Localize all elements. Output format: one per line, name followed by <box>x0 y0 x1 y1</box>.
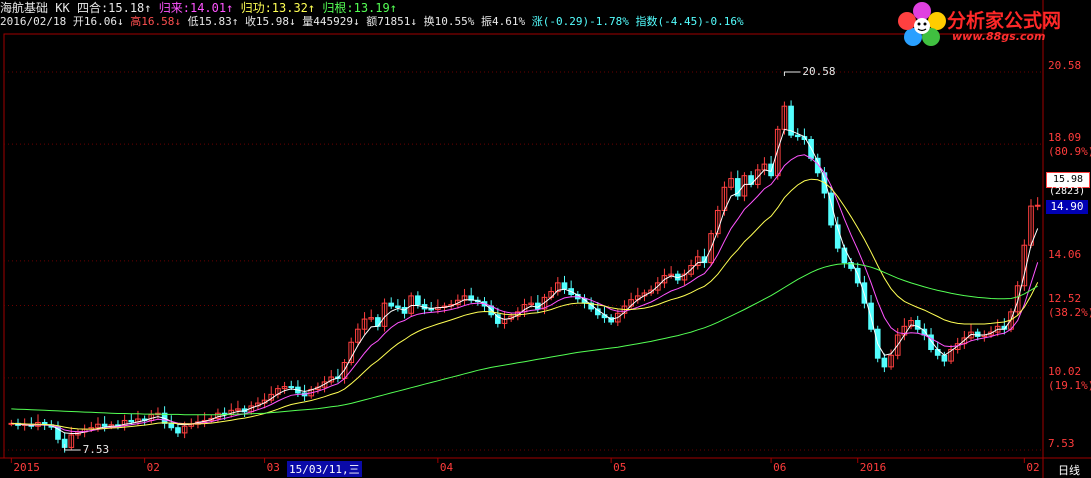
candle-body-24 <box>168 422 175 429</box>
candle-body-25 <box>175 427 181 434</box>
quote-value-5: 额71851↓ <box>366 15 424 28</box>
price-label-0: 20.58 <box>1048 59 1082 72</box>
price-label-5: (38.2%) <box>1048 306 1091 320</box>
indicator-header: 海航基础 KK 四合:15.18↑ 归来:14.01↑ 归功:13.32↑ 归根… <box>0 1 397 15</box>
low-annotation: 7.53 <box>82 443 110 456</box>
candle-body-140 <box>941 354 948 362</box>
candle-body-73 <box>495 314 501 324</box>
cursor-date-tag: 15/03/11,三 <box>287 461 362 477</box>
quote-values: 开16.06↓ 高16.58↓ 低15.83↑ 收15.98↓ 量445929↓… <box>73 15 744 28</box>
candle-body-131 <box>881 357 888 368</box>
bar-count: (2823) <box>1049 186 1086 197</box>
stock-name: 海航基础 <box>0 1 49 15</box>
price-label-8: 7.53 <box>1048 437 1075 450</box>
quote-value-2: 低15.83↑ <box>187 15 245 28</box>
indicator-value-2: 归功:13.32↑ <box>240 1 323 15</box>
quote-value-3: 收15.98↓ <box>244 15 303 28</box>
plot-frame <box>3 33 1044 459</box>
candle-body-57 <box>388 302 395 307</box>
high-marker-line <box>783 71 801 76</box>
candle-body-154 <box>1034 204 1041 207</box>
ma-line-3 <box>11 263 1038 416</box>
kline-chart[interactable] <box>0 0 1091 478</box>
date-label-4: 05 <box>613 461 627 474</box>
price-label-4: 12.52 <box>1048 292 1082 306</box>
indicator-values: 四合:15.18↑ 归来:14.01↑ 归功:13.32↑ 归根:13.19↑ <box>77 1 397 15</box>
quote-value-7: 振4.61% <box>481 15 532 28</box>
ma-line-0 <box>11 128 1039 434</box>
quote-value-4: 量445929↓ <box>302 15 367 28</box>
price-label-6: 10.02 <box>1048 364 1082 378</box>
indicator-value-1: 归来:14.01↑ <box>158 1 241 15</box>
price-label-1: 18.09 <box>1048 131 1082 145</box>
candle-body-61 <box>415 295 421 306</box>
period-label[interactable]: 日线 <box>1058 462 1080 478</box>
price-label-7: (19.1%) <box>1048 378 1091 392</box>
flower-logo-icon <box>898 2 946 46</box>
indicator-name: KK <box>55 1 70 15</box>
date-label-0: 2015 <box>13 461 40 474</box>
candle-body-18 <box>128 419 135 423</box>
date-label-3: 04 <box>439 461 454 474</box>
date-label-7: 02 <box>1026 461 1040 474</box>
site-logo: 分析家公式网 www.88gs.com <box>892 0 1091 46</box>
cursor-price-tag: 14.90 <box>1046 200 1088 214</box>
high-annotation: 20.58 <box>802 65 836 78</box>
candle-body-118 <box>794 134 801 138</box>
logo-url: www.88gs.com <box>952 30 1046 43</box>
date-label-2: 03 <box>266 461 280 474</box>
quote-value-1: 高16.58↓ <box>130 15 188 28</box>
price-label-3: 14.06 <box>1048 247 1082 261</box>
quote-header: 2016/02/18 开16.06↓ 高16.58↓ 低15.83↑ 收15.9… <box>0 15 744 29</box>
ma-line-1 <box>11 154 1039 433</box>
indicator-value-0: 四合:15.18↑ <box>76 1 159 15</box>
indicator-value-3: 归根:13.19↑ <box>322 1 397 15</box>
logo-title: 分析家公式网 <box>947 10 1062 32</box>
candle-body-55 <box>375 317 381 327</box>
candle-body-42 <box>288 386 295 389</box>
quote-value-0: 开16.06↓ <box>72 15 131 28</box>
candle-body-145 <box>974 331 981 337</box>
date-label-6: 2016 <box>859 461 887 474</box>
date-label-5: 06 <box>773 461 787 474</box>
candle-body-63 <box>428 308 435 311</box>
candle-body-83 <box>561 282 568 290</box>
candle-body-58 <box>395 305 401 308</box>
date-label-1: 02 <box>146 461 160 474</box>
quote-value-8: 涨(-0.29)-1.78% <box>531 15 636 28</box>
price-label-2: (80.9%) <box>1048 145 1091 159</box>
quote-date: 2016/02/18 <box>0 15 67 28</box>
quote-value-6: 换10.55% <box>423 15 481 28</box>
candle-body-14 <box>101 423 108 427</box>
chart-window: 海航基础 KK 四合:15.18↑ 归来:14.01↑ 归功:13.32↑ 归根… <box>0 0 1091 478</box>
quote-value-9: 指数(-4.45)-0.16% <box>635 15 744 28</box>
